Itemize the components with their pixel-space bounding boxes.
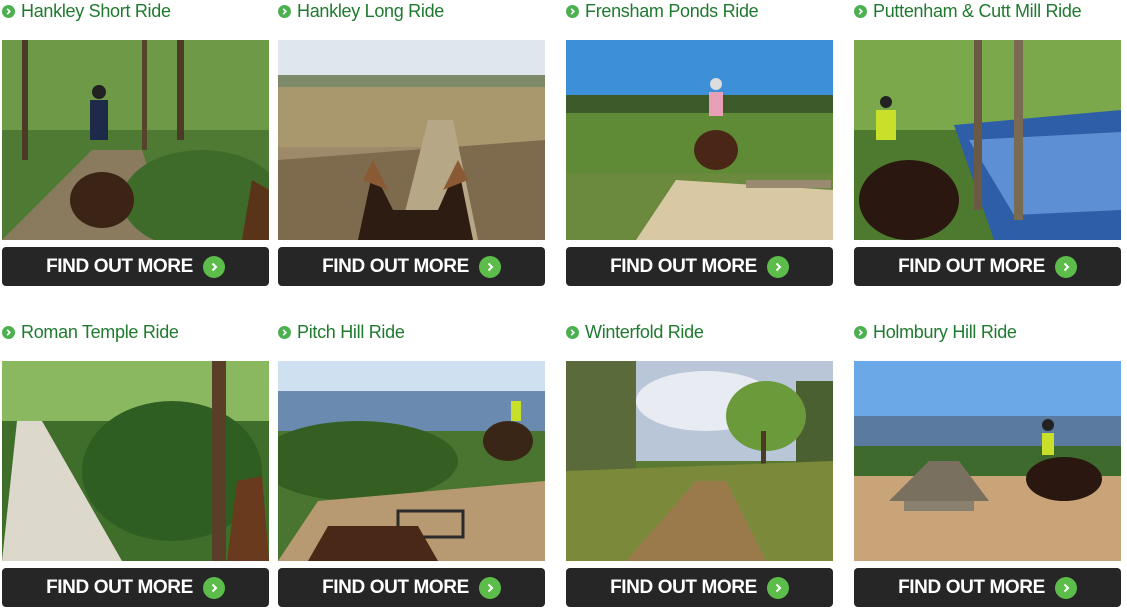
ride-title-text: Puttenham & Cutt Mill Ride: [873, 0, 1082, 21]
ride-title[interactable]: Puttenham & Cutt Mill Ride: [854, 0, 1122, 22]
ride-photo[interactable]: [278, 40, 545, 240]
ride-title-text: Roman Temple Ride: [21, 321, 179, 342]
ride-photo[interactable]: [566, 361, 833, 561]
find-out-more-button[interactable]: FIND OUT MORE: [2, 568, 269, 607]
chevron-right-icon: [202, 255, 225, 278]
ride-card-puttenham-cutt-mill: Puttenham & Cutt Mill Ride FIND OUT MORE: [854, 0, 1122, 286]
ride-card-winterfold: Winterfold Ride FIND OUT MORE: [566, 321, 834, 607]
ride-photo[interactable]: [2, 40, 269, 240]
ride-title[interactable]: Hankley Long Ride: [278, 0, 546, 22]
button-label: FIND OUT MORE: [46, 576, 193, 598]
ride-title[interactable]: Roman Temple Ride: [2, 321, 270, 343]
ride-title[interactable]: Holmbury Hill Ride: [854, 321, 1122, 343]
chevron-right-icon: [478, 255, 501, 278]
ride-title-text: Hankley Short Ride: [21, 0, 171, 21]
chevron-right-icon: [278, 325, 291, 339]
ride-photo[interactable]: [2, 361, 269, 561]
chevron-right-icon: [766, 576, 789, 599]
chevron-right-icon: [854, 325, 867, 339]
chevron-right-icon: [854, 4, 867, 18]
button-label: FIND OUT MORE: [898, 255, 1045, 277]
rides-grid: Hankley Short Ride FIND OUT MORE Hankley…: [0, 0, 1127, 613]
button-label: FIND OUT MORE: [322, 576, 469, 598]
button-label: FIND OUT MORE: [610, 255, 757, 277]
ride-title[interactable]: Winterfold Ride: [566, 321, 834, 343]
chevron-right-icon: [1054, 255, 1077, 278]
chevron-right-icon: [278, 4, 291, 18]
button-label: FIND OUT MORE: [610, 576, 757, 598]
chevron-right-icon: [1054, 576, 1077, 599]
ride-title-text: Hankley Long Ride: [297, 0, 444, 21]
ride-photo[interactable]: [278, 361, 545, 561]
chevron-right-icon: [2, 325, 15, 339]
find-out-more-button[interactable]: FIND OUT MORE: [854, 247, 1121, 286]
ride-title-text: Pitch Hill Ride: [297, 321, 405, 342]
ride-card-hankley-long: Hankley Long Ride FIND OUT MORE: [278, 0, 546, 286]
button-label: FIND OUT MORE: [46, 255, 193, 277]
ride-title[interactable]: Pitch Hill Ride: [278, 321, 546, 343]
ride-title-text: Winterfold Ride: [585, 321, 704, 342]
ride-title[interactable]: Frensham Ponds Ride: [566, 0, 834, 22]
find-out-more-button[interactable]: FIND OUT MORE: [2, 247, 269, 286]
ride-card-pitch-hill: Pitch Hill Ride FIND OUT MORE: [278, 321, 546, 607]
chevron-right-icon: [478, 576, 501, 599]
chevron-right-icon: [202, 576, 225, 599]
chevron-right-icon: [566, 325, 579, 339]
ride-photo[interactable]: [854, 40, 1121, 240]
find-out-more-button[interactable]: FIND OUT MORE: [566, 247, 833, 286]
button-label: FIND OUT MORE: [322, 255, 469, 277]
ride-title-text: Frensham Ponds Ride: [585, 0, 759, 21]
chevron-right-icon: [566, 4, 579, 18]
ride-photo[interactable]: [566, 40, 833, 240]
ride-card-frensham-ponds: Frensham Ponds Ride FIND OUT MORE: [566, 0, 834, 286]
chevron-right-icon: [2, 4, 15, 18]
find-out-more-button[interactable]: FIND OUT MORE: [854, 568, 1121, 607]
find-out-more-button[interactable]: FIND OUT MORE: [278, 568, 545, 607]
ride-card-holmbury-hill: Holmbury Hill Ride FIND OUT MORE: [854, 321, 1122, 607]
ride-title-text: Holmbury Hill Ride: [873, 321, 1017, 342]
ride-card-hankley-short: Hankley Short Ride FIND OUT MORE: [2, 0, 270, 286]
ride-card-roman-temple: Roman Temple Ride FIND OUT MORE: [2, 321, 270, 607]
ride-photo[interactable]: [854, 361, 1121, 561]
ride-title[interactable]: Hankley Short Ride: [2, 0, 270, 22]
find-out-more-button[interactable]: FIND OUT MORE: [278, 247, 545, 286]
chevron-right-icon: [766, 255, 789, 278]
find-out-more-button[interactable]: FIND OUT MORE: [566, 568, 833, 607]
button-label: FIND OUT MORE: [898, 576, 1045, 598]
